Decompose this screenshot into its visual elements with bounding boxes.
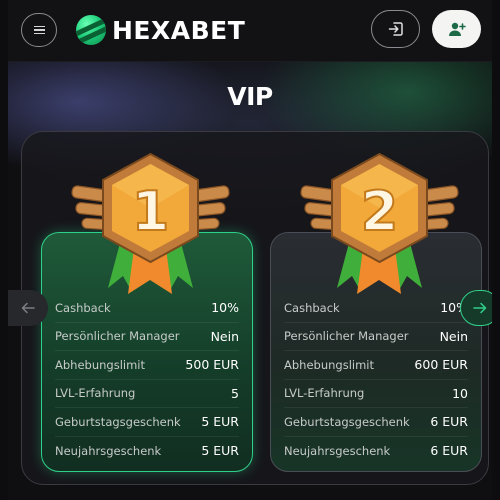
row-value: 10 — [452, 385, 468, 401]
row-label: Geburtstagsgeschenk — [284, 414, 410, 429]
table-row: Geburtstagsgeschenk 6 EUR — [284, 408, 468, 437]
brand-logo[interactable]: HEXABET — [76, 13, 245, 47]
carousel-next-button[interactable] — [460, 290, 492, 326]
level-2-medal-icon: 2 — [300, 152, 459, 294]
table-row: LVL-Erfahrung 5 — [55, 380, 239, 408]
table-row: Neujahrsgeschenk 6 EUR — [284, 437, 468, 466]
row-label: Abhebungslimit — [55, 357, 145, 372]
row-label: Persönlicher Manager — [55, 329, 180, 344]
hamburger-menu-icon — [33, 24, 45, 37]
menu-button[interactable] — [21, 13, 57, 47]
table-row: Cashback 10% — [55, 294, 239, 323]
arrow-left-icon — [21, 302, 35, 314]
table-row: Geburtstagsgeschenk 5 EUR — [55, 408, 239, 437]
row-value: 6 EUR — [430, 414, 468, 430]
table-row: Cashback 10% — [284, 294, 468, 323]
login-arrow-icon — [388, 22, 403, 36]
carousel-prev-button[interactable] — [8, 290, 48, 326]
row-label: Persönlicher Manager — [284, 329, 409, 344]
login-button[interactable] — [371, 10, 420, 48]
add-user-icon — [448, 22, 466, 36]
row-label: LVL-Erfahrung — [284, 386, 365, 401]
row-value: 6 EUR — [430, 443, 468, 459]
row-value: 600 EUR — [414, 357, 468, 373]
row-value: 500 EUR — [185, 357, 239, 373]
row-label: Neujahrsgeschenk — [55, 443, 162, 458]
table-row: Abhebungslimit 600 EUR — [284, 351, 468, 380]
table-row: LVL-Erfahrung 10 — [284, 380, 468, 408]
app-frame: HEXABET VIP Cashback 10% Persönlicher Ma… — [8, 0, 492, 500]
svg-text:2: 2 — [361, 180, 399, 243]
brand-name: HEXABET — [112, 15, 246, 45]
top-header: HEXABET — [8, 0, 492, 62]
register-button[interactable] — [432, 10, 481, 48]
table-row: Persönlicher Manager Nein — [284, 323, 468, 351]
table-row: Abhebungslimit 500 EUR — [55, 351, 239, 380]
level-1-medal-icon: 1 — [71, 152, 230, 294]
row-value: 5 EUR — [201, 443, 239, 459]
row-label: LVL-Erfahrung — [55, 386, 136, 401]
row-label: Geburtstagsgeschenk — [55, 414, 181, 429]
arrow-right-icon — [473, 302, 487, 314]
row-label: Cashback — [55, 300, 111, 315]
table-row: Neujahrsgeschenk 5 EUR — [55, 437, 239, 466]
table-row: Persönlicher Manager Nein — [55, 323, 239, 351]
row-label: Abhebungslimit — [284, 357, 374, 372]
row-value: Nein — [210, 328, 239, 344]
row-value: 5 EUR — [201, 414, 239, 430]
row-value: 5 — [231, 385, 239, 401]
page-title: VIP — [227, 82, 273, 111]
row-label: Cashback — [284, 300, 340, 315]
row-value: 10% — [211, 300, 239, 316]
row-value: Nein — [439, 328, 468, 344]
row-label: Neujahrsgeschenk — [284, 443, 391, 458]
svg-text:1: 1 — [132, 180, 170, 243]
logo-ball-icon — [76, 15, 106, 45]
